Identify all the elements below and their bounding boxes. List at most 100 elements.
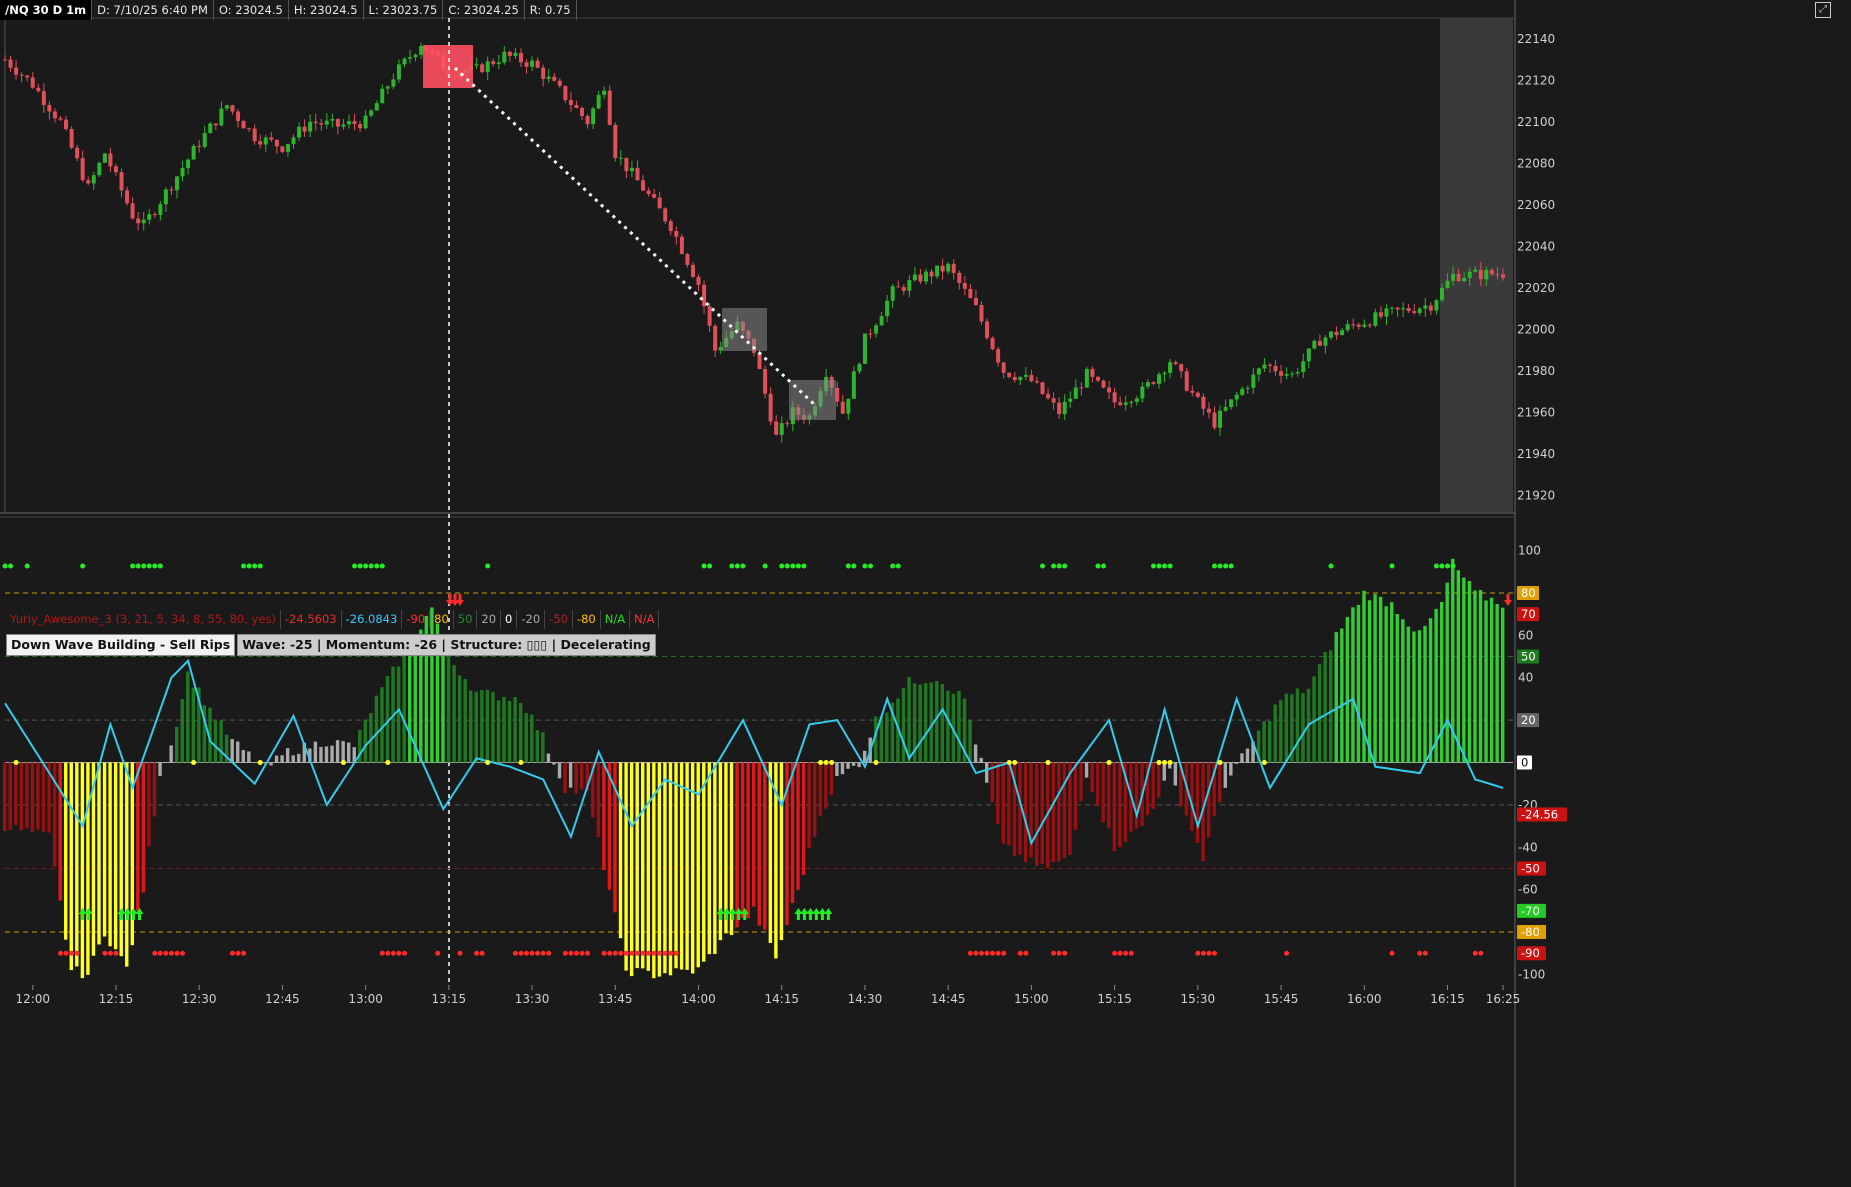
histogram-bar (1151, 762, 1155, 809)
red-dot (457, 950, 463, 956)
red-dot (168, 950, 174, 956)
histogram-bar (1234, 762, 1239, 764)
green-dot (729, 563, 735, 569)
histogram-bar (813, 762, 817, 837)
candle-body (518, 52, 523, 63)
green-dot (762, 563, 768, 569)
candle-body (141, 219, 146, 224)
red-dot (1422, 950, 1428, 956)
histogram-bar (607, 762, 612, 890)
histogram-bar (136, 762, 140, 911)
candle-body (696, 276, 701, 285)
histogram-bar (1095, 762, 1100, 807)
candle-body (1018, 376, 1023, 381)
red-dot (1417, 950, 1423, 956)
histogram-bar (174, 726, 179, 763)
candle-body (474, 64, 479, 66)
green-dot (1445, 563, 1451, 569)
candle-body (1445, 280, 1450, 288)
candle-body (1489, 269, 1494, 275)
candle-body (929, 271, 934, 277)
yellow-dot (1156, 760, 1162, 765)
candle-body (1301, 361, 1306, 373)
histogram-bar (25, 762, 29, 828)
red-dot (235, 950, 241, 956)
histogram-bar (1295, 688, 1300, 763)
candle-body (341, 124, 346, 127)
status-box: Down Wave Building - Sell Rips Wave: -25… (6, 634, 656, 656)
green-dot (8, 563, 14, 569)
candle-body (1417, 308, 1422, 313)
histogram-bar (1301, 693, 1305, 763)
candle-body (1084, 368, 1089, 388)
candle-body (52, 111, 57, 119)
red-dot (113, 950, 119, 956)
chart-canvas[interactable]: 21920 21940 21960 21980 22000 22020 22040 22060… (0, 0, 1851, 1187)
green-dot (734, 563, 740, 569)
indicator-value: -80 (573, 610, 601, 629)
candle-body (846, 398, 851, 414)
candle-body (1362, 324, 1367, 327)
yellow-dot (818, 760, 824, 765)
value-badge-label: 50 (1521, 650, 1536, 664)
histogram-bar (280, 755, 284, 763)
candle-body (874, 325, 879, 334)
candle-body (36, 87, 41, 92)
after-hours-shade (1440, 18, 1513, 512)
candle-body (962, 282, 967, 289)
histogram-bar (507, 700, 512, 763)
indicator-value: -90 (402, 610, 431, 629)
candle-body (285, 144, 290, 152)
candle-body (1151, 382, 1156, 384)
candle-body (912, 274, 917, 281)
candle-body (1095, 376, 1100, 381)
symbol-label[interactable]: /NQ 30 D 1m (0, 0, 93, 20)
candle-body (319, 123, 324, 125)
maximize-icon[interactable]: ⤢ (1815, 2, 1831, 18)
red-dot (585, 950, 591, 956)
osc-tick-label: -60 (1518, 883, 1538, 897)
histogram-bar (324, 746, 329, 763)
red-dot (623, 950, 629, 956)
histogram-bar (518, 703, 523, 763)
candle-body (230, 105, 235, 112)
indicator-value: -24.5603 (281, 610, 342, 629)
histogram-bar (724, 762, 728, 934)
value-badge-label: -50 (1521, 861, 1540, 875)
red-dot (967, 950, 973, 956)
yellow-dot (823, 760, 829, 765)
candle-body (180, 167, 185, 177)
red-dot (163, 950, 169, 956)
green-dot (135, 563, 141, 569)
histogram-bar (1284, 693, 1289, 763)
candle-body (1212, 412, 1217, 428)
histogram-bar (1501, 607, 1505, 763)
red-dot (152, 950, 158, 956)
red-dot (435, 950, 441, 956)
histogram-bar (219, 720, 223, 763)
candle-body (768, 393, 773, 422)
candle-body (1267, 364, 1272, 366)
candle-body (657, 197, 662, 209)
histogram-bar (801, 762, 806, 875)
osc-tick-label: 100 (1518, 544, 1541, 558)
candle-body (1157, 374, 1162, 384)
green-dot (368, 563, 374, 569)
low-label: L: 23023.75 (364, 0, 444, 20)
red-dot (562, 950, 568, 956)
red-dot (63, 950, 69, 956)
red-dot (978, 950, 984, 956)
yellow-dot (1012, 760, 1018, 765)
candle-body (313, 121, 318, 124)
red-dot (601, 950, 607, 956)
indicator-name[interactable]: Yuriy_Awesome_3 (3, 21, 5, 34, 8, 55, 80… (6, 610, 281, 629)
histogram-bar (191, 687, 196, 763)
green-dot (740, 563, 746, 569)
candle-body (324, 120, 329, 125)
histogram-bar (857, 762, 861, 768)
histogram-bar (1206, 762, 1211, 838)
candle-body (119, 172, 124, 191)
histogram-bar (796, 762, 800, 890)
candle-body (840, 401, 845, 414)
candle-body (613, 124, 618, 159)
